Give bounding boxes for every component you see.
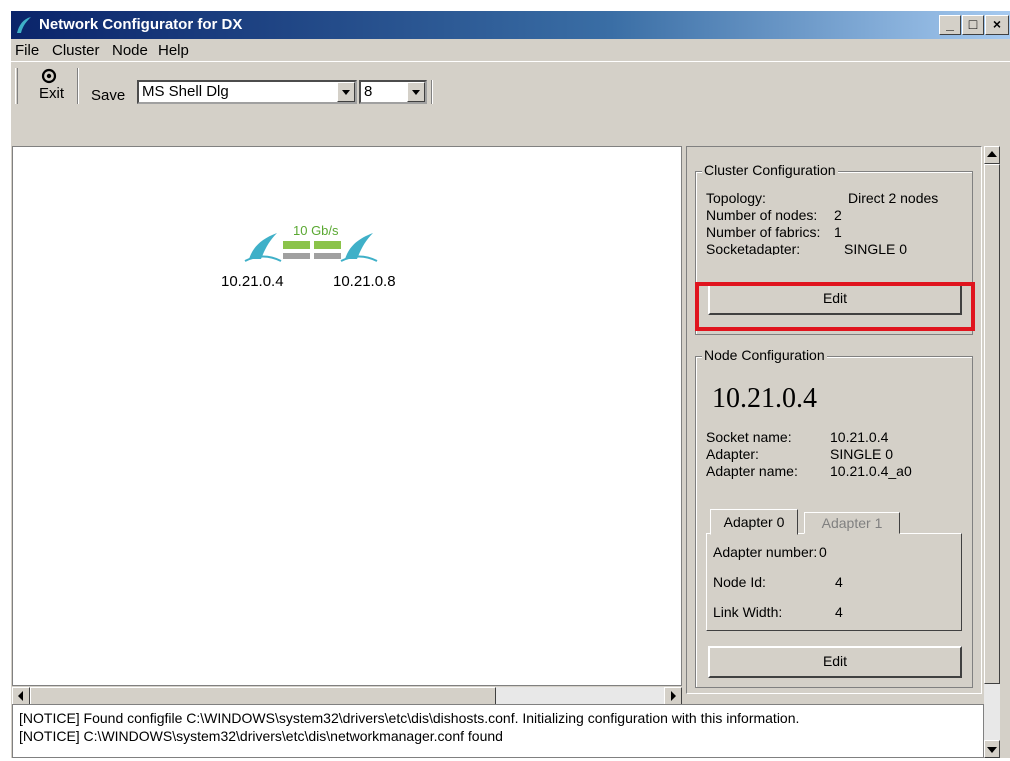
- socket-name-label: Socket name:: [706, 429, 792, 445]
- chevron-down-icon[interactable]: [337, 82, 355, 102]
- font-size-value: 8: [364, 83, 373, 100]
- menu-file[interactable]: File: [15, 42, 39, 59]
- scroll-up-button[interactable]: [984, 146, 1000, 164]
- save-button[interactable]: Save: [91, 87, 125, 104]
- link-width-label: Link Width:: [713, 604, 783, 620]
- window-title: Network Configurator for DX: [39, 16, 243, 33]
- horizontal-scrollbar[interactable]: [12, 686, 682, 705]
- config-panel: Cluster Configuration Topology: Direct 2…: [686, 146, 982, 694]
- adapter-number-value: 0: [819, 544, 827, 560]
- link-speed-label: 10 Gb/s: [293, 223, 339, 238]
- font-name-value: MS Shell Dlg: [142, 83, 229, 100]
- scroll-left-button[interactable]: [12, 687, 30, 705]
- nodes-count-label: Number of nodes:: [706, 207, 818, 223]
- cluster-config-group: Cluster Configuration Topology: Direct 2…: [695, 162, 973, 335]
- scroll-down-button[interactable]: [984, 740, 1000, 758]
- menu-bar: File Cluster Node Help: [11, 39, 1010, 61]
- topology-value: Direct 2 nodes: [848, 190, 939, 206]
- node-id-value: 4: [835, 574, 843, 590]
- adapter-name-label: Adapter name:: [706, 463, 798, 479]
- menu-cluster[interactable]: Cluster: [52, 42, 100, 59]
- topology-label: Topology:: [706, 190, 766, 206]
- arrow-right-icon: [671, 691, 676, 701]
- node-config-group: Node Configuration 10.21.0.4 Socket name…: [695, 347, 973, 688]
- font-name-select[interactable]: MS Shell Dlg: [137, 80, 357, 104]
- adapter-value: SINGLE 0: [830, 446, 894, 462]
- fabrics-count-value: 1: [834, 224, 842, 240]
- cluster-edit-button[interactable]: Edit: [708, 283, 962, 315]
- toolbar-separator: [431, 80, 433, 104]
- node-label[interactable]: 10.21.0.4: [221, 273, 284, 290]
- socketadapter-label: Socketadapter:: [706, 241, 801, 255]
- log-output[interactable]: [NOTICE] Found configfile C:\WINDOWS\sys…: [12, 704, 984, 758]
- arrow-left-icon: [18, 691, 23, 701]
- font-size-select[interactable]: 8: [359, 80, 427, 104]
- arrow-down-icon: [987, 747, 997, 753]
- topology-canvas[interactable]: 10 Gb/s 10.21.0.4 10.21.0.8: [12, 146, 682, 686]
- title-bar[interactable]: Network Configurator for DX _ □ ×: [11, 11, 1010, 39]
- exit-button[interactable]: Exit: [25, 66, 75, 104]
- tab-adapter-0[interactable]: Adapter 0: [710, 509, 798, 535]
- menu-node[interactable]: Node: [112, 42, 148, 59]
- node-ip-heading: 10.21.0.4: [712, 383, 817, 414]
- nodes-count-value: 2: [834, 207, 842, 223]
- node-config-title: Node Configuration: [702, 347, 827, 363]
- tab-adapter-1[interactable]: Adapter 1: [804, 512, 900, 534]
- maximize-button[interactable]: □: [962, 15, 984, 35]
- minimize-button[interactable]: _: [939, 15, 961, 35]
- node-id-label: Node Id:: [713, 574, 766, 590]
- scroll-thumb[interactable]: [984, 164, 1000, 684]
- vertical-scrollbar[interactable]: [984, 146, 1000, 758]
- arrow-up-icon: [987, 151, 997, 157]
- link-bar-bottom[interactable]: [283, 253, 341, 259]
- log-line: [NOTICE] C:\WINDOWS\system32\drivers\etc…: [19, 728, 503, 744]
- node-icon[interactable]: [339, 229, 379, 263]
- chevron-down-icon[interactable]: [407, 82, 425, 102]
- node-icon[interactable]: [243, 229, 283, 263]
- exit-label: Exit: [39, 85, 65, 102]
- node-edit-button[interactable]: Edit: [708, 646, 962, 678]
- adapter-tab-page: Adapter number: 0 Node Id: 4 Link Width:…: [706, 533, 962, 631]
- toolbar-grip[interactable]: [15, 68, 18, 104]
- cluster-config-title: Cluster Configuration: [702, 162, 838, 178]
- scroll-right-button[interactable]: [664, 687, 682, 705]
- app-icon: [17, 17, 31, 33]
- fabrics-count-label: Number of fabrics:: [706, 224, 821, 240]
- scroll-thumb[interactable]: [30, 687, 496, 705]
- node-label[interactable]: 10.21.0.8: [333, 273, 396, 290]
- log-line: [NOTICE] Found configfile C:\WINDOWS\sys…: [19, 710, 800, 726]
- menu-help[interactable]: Help: [158, 42, 189, 59]
- link-bar-top[interactable]: [283, 241, 341, 249]
- toolbar-separator: [77, 68, 79, 104]
- socketadapter-value: SINGLE 0: [844, 241, 908, 255]
- adapter-label: Adapter:: [706, 446, 759, 462]
- socket-name-value: 10.21.0.4: [830, 429, 889, 445]
- socketadapter-row: Socketadapter: SINGLE 0: [706, 241, 966, 255]
- adapter-name-value: 10.21.0.4_a0: [830, 463, 912, 479]
- toolbar: Exit Save MS Shell Dlg 8: [11, 61, 1010, 105]
- adapter-number-label: Adapter number:: [713, 544, 818, 560]
- close-button[interactable]: ×: [985, 15, 1009, 35]
- power-icon: [41, 68, 57, 84]
- link-width-value: 4: [835, 604, 843, 620]
